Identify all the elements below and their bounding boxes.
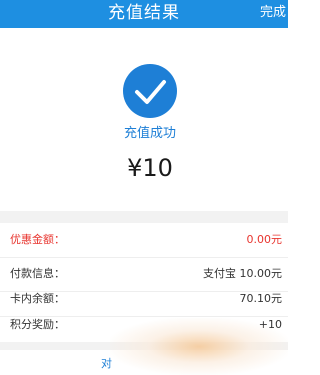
payment-label: 付款信息： bbox=[10, 267, 65, 280]
balance-value: 70.10元 bbox=[239, 292, 283, 305]
done-button[interactable]: 完成 bbox=[260, 3, 286, 23]
success-message: 充值成功 bbox=[123, 126, 176, 141]
recharge-amount: ¥10 bbox=[127, 154, 173, 182]
discount-value: 0.00元 bbox=[246, 233, 283, 246]
balance-label: 卡内余额： bbox=[10, 292, 65, 305]
bottom-divider bbox=[0, 342, 288, 350]
page-title: 充值结果 bbox=[108, 3, 180, 23]
payment-value: 支付宝 10.00元 bbox=[203, 267, 282, 280]
checkmark-circle-icon bbox=[123, 64, 177, 118]
discount-label: 优惠金额： bbox=[10, 233, 65, 246]
header-bar: 充值结果 完成 bbox=[0, 0, 288, 28]
points-value: +10 bbox=[258, 318, 282, 331]
bottom-link[interactable]: 对 bbox=[101, 356, 112, 372]
section-divider bbox=[0, 211, 288, 223]
detail-row-points: 积分奖励： +10 bbox=[0, 309, 288, 342]
points-label: 积分奖励： bbox=[10, 318, 65, 331]
checkmark-icon bbox=[135, 80, 166, 104]
detail-row-discount: 优惠金额： 0.00元 bbox=[0, 224, 288, 258]
